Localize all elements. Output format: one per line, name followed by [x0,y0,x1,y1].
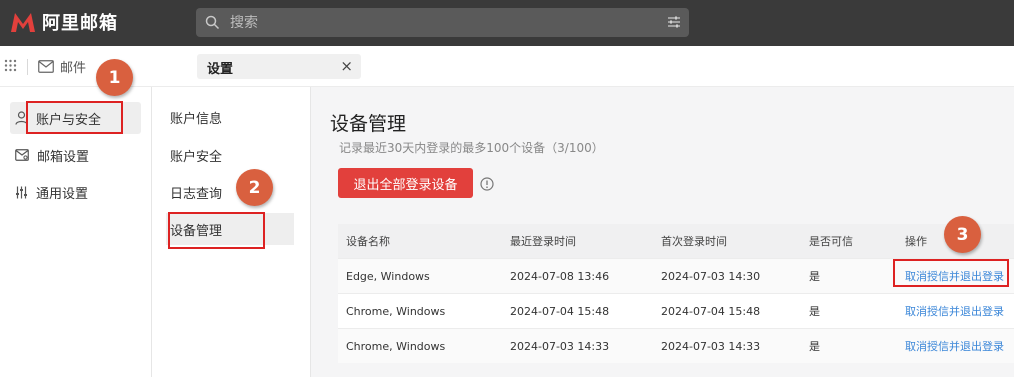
search-placeholder: 搜索 [230,15,258,31]
first-login-time: 2024-07-03 14:30 [661,269,761,283]
first-login-time: 2024-07-03 14:33 [661,339,761,353]
settings-sidebar: 账户与安全 邮箱设置 通用设置 [0,87,152,377]
tab-settings-label: 设置 [207,62,234,77]
last-login-time: 2024-07-04 15:48 [510,304,610,318]
column-header-first-login: 首次登录时间 [661,235,727,248]
filter-sliders-icon[interactable] [667,15,681,29]
apps-grid-icon[interactable] [4,59,17,72]
subnav-item-account-security[interactable]: 账户安全 [170,139,294,171]
column-header-trusted: 是否可信 [809,235,853,248]
subnav-item-label: 日志查询 [170,186,223,202]
logout-all-devices-button[interactable]: 退出全部登录设备 [338,168,473,198]
step-callout-3: 3 [944,216,981,253]
tab-settings[interactable]: 设置 × [197,54,361,79]
top-bar: 阿里邮箱 搜索 [0,0,1014,46]
column-header-last-login: 最近登录时间 [510,235,576,248]
device-name: Chrome, Windows [346,339,446,353]
table-row: Edge, Windows 2024-07-08 13:46 2024-07-0… [338,258,1014,293]
device-name: Chrome, Windows [346,304,446,318]
column-header-device: 设备名称 [346,235,390,248]
search-bar[interactable]: 搜索 [196,8,689,37]
first-login-time: 2024-07-04 15:48 [661,304,761,318]
table-row: Chrome, Windows 2024-07-03 14:33 2024-07… [338,328,1014,363]
app-logo[interactable]: 阿里邮箱 [10,9,118,35]
sidebar-item-account-security[interactable]: 账户与安全 [10,102,141,134]
sidebar-item-label: 账户与安全 [36,112,102,128]
table-header: 设备名称 最近登录时间 首次登录时间 是否可信 操作 [338,224,1014,258]
sidebar-item-label: 通用设置 [36,186,89,202]
subnav-item-log-query[interactable]: 日志查询 [170,176,294,208]
revoke-trust-logout-link[interactable]: 取消授信并退出登录 [905,338,1004,354]
info-icon[interactable] [480,177,494,191]
page-title: 设备管理 [330,113,407,135]
trusted-status: 是 [809,270,820,283]
mail-nav-label: 邮件 [60,61,87,76]
mailbox-icon [15,149,29,161]
last-login-time: 2024-07-03 14:33 [510,339,610,353]
subnav-item-account-info[interactable]: 账户信息 [170,101,294,133]
subnav-item-device-management[interactable]: 设备管理 [166,213,294,245]
revoke-trust-logout-link[interactable]: 取消授信并退出登录 [905,303,1004,319]
trusted-status: 是 [809,340,820,353]
revoke-trust-logout-link[interactable]: 取消授信并退出登录 [905,268,1004,284]
device-table: 设备名称 最近登录时间 首次登录时间 是否可信 操作 Edge, Windows… [338,224,1014,363]
search-icon [205,15,220,30]
device-management-panel: 设备管理 记录最近30天内登录的最多100个设备（3/100） 退出全部登录设备… [311,87,1014,377]
sidebar-item-general-settings[interactable]: 通用设置 [10,176,141,208]
page-subtitle: 记录最近30天内登录的最多100个设备（3/100） [339,141,604,155]
last-login-time: 2024-07-08 13:46 [510,269,610,283]
step-callout-1: 1 [96,59,133,96]
subnav-item-label: 设备管理 [170,223,223,239]
envelope-icon [38,60,54,73]
sliders-icon [16,186,27,198]
trusted-status: 是 [809,305,820,318]
tab-bar: 邮件 设置 × [0,46,1014,87]
subnav-item-label: 账户安全 [170,149,223,165]
sidebar-item-label: 邮箱设置 [37,149,90,165]
mail-nav-button[interactable]: 邮件 [38,57,86,76]
settings-subnav: 账户信息 账户安全 日志查询 设备管理 [152,87,311,377]
alimail-logo-icon [11,13,35,32]
table-row: Chrome, Windows 2024-07-04 15:48 2024-07… [338,293,1014,328]
divider [27,59,28,75]
device-name: Edge, Windows [346,269,430,283]
logo-text: 阿里邮箱 [42,13,118,34]
subnav-item-label: 账户信息 [170,111,223,127]
sidebar-item-mailbox-settings[interactable]: 邮箱设置 [10,139,141,171]
user-icon [15,111,28,125]
column-header-action: 操作 [905,235,927,248]
step-callout-2: 2 [236,169,273,206]
close-icon[interactable]: × [340,57,353,75]
